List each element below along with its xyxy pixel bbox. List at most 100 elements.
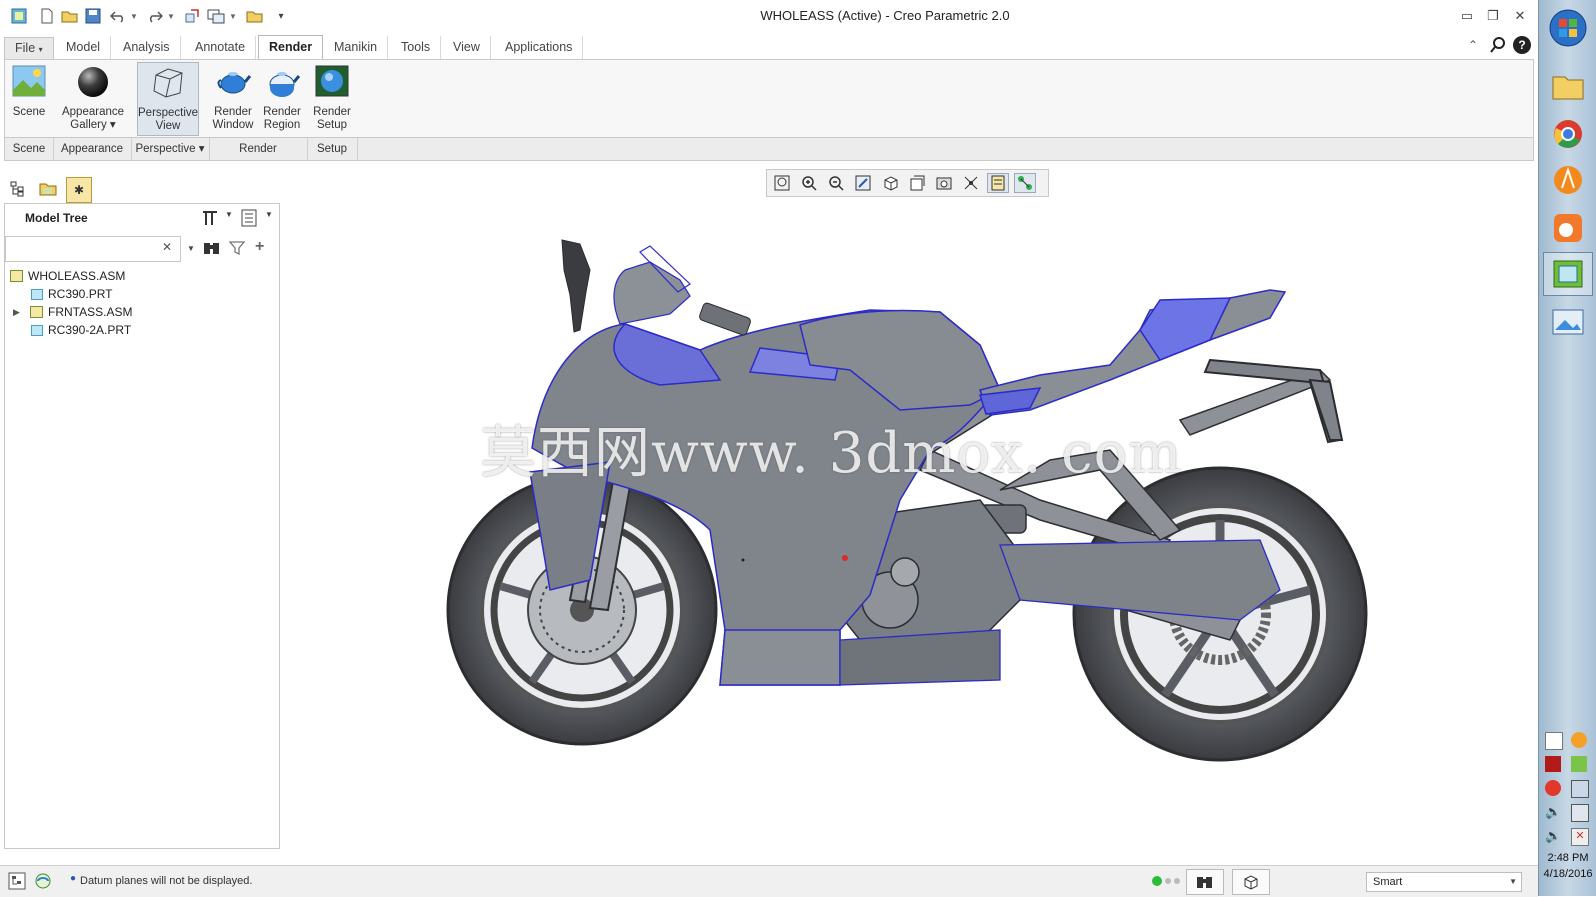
- binoculars-icon: [1197, 877, 1212, 888]
- tree-settings-icon[interactable]: [201, 209, 219, 230]
- select-box-button[interactable]: [1232, 869, 1270, 895]
- start-button[interactable]: [1543, 6, 1593, 50]
- tray-update-icon[interactable]: [1571, 732, 1587, 748]
- tree-settings-dropdown-icon[interactable]: ▼: [225, 210, 233, 219]
- windows-taskbar: 🔈 🔉 ✕ 2:48 PM 4/18/2016: [1538, 0, 1596, 896]
- tree-item-subassembly[interactable]: ▶ FRNTASS.ASM: [13, 303, 132, 321]
- tree-search-input[interactable]: ✕: [5, 236, 181, 262]
- regen-status-dot-icon: [1174, 878, 1180, 884]
- image-viewer-taskbar-icon[interactable]: [1543, 300, 1593, 344]
- appearance-gallery-button[interactable]: Appearance Gallery ▾: [58, 64, 128, 136]
- render-setup-button[interactable]: Render Setup: [311, 64, 353, 136]
- part-icon: [31, 324, 43, 336]
- uc-browser-taskbar-icon[interactable]: [1543, 206, 1593, 250]
- help-icon[interactable]: ?: [1513, 36, 1531, 54]
- tab-render[interactable]: Render: [258, 35, 324, 60]
- display-style-icon[interactable]: [879, 173, 901, 193]
- tray-app-icon[interactable]: [1545, 732, 1563, 750]
- minimize-icon[interactable]: ▭: [1458, 7, 1476, 25]
- toggle-navigator-icon[interactable]: [8, 872, 26, 893]
- folder-browser-icon[interactable]: [36, 177, 60, 201]
- tray-antivirus-icon[interactable]: [1545, 780, 1561, 796]
- navigator-tabs: ✱: [4, 175, 284, 205]
- find-button[interactable]: [1186, 869, 1224, 895]
- status-bar: ● Datum planes will not be displayed. Sm…: [0, 865, 1538, 897]
- repaint-icon[interactable]: [852, 173, 874, 193]
- close-icon[interactable]: ✕: [1511, 7, 1529, 25]
- scene-button[interactable]: Scene: [9, 64, 49, 136]
- chevron-down-icon: ▼: [1509, 877, 1517, 886]
- render-label: Render: [263, 106, 301, 118]
- search-dropdown-icon[interactable]: ▼: [187, 244, 195, 253]
- datum-display-icon[interactable]: [960, 173, 982, 193]
- spin-center-marker: [842, 555, 848, 561]
- zoom-out-icon[interactable]: [825, 173, 847, 193]
- zoom-in-icon[interactable]: [798, 173, 820, 193]
- favorites-icon[interactable]: ✱: [66, 177, 92, 203]
- view-manager-icon[interactable]: [933, 173, 955, 193]
- window-label: Window: [212, 119, 254, 131]
- tab-model[interactable]: Model: [56, 36, 112, 59]
- saved-orientations-icon[interactable]: [906, 173, 928, 193]
- watermark-text: 莫西网www. 3dmox. com: [480, 421, 1183, 486]
- tree-item-label: RC390.PRT: [48, 287, 113, 301]
- tree-item-root[interactable]: WHOLEASS.ASM: [10, 267, 125, 285]
- group-scene: Scene: [5, 138, 54, 160]
- clear-search-icon[interactable]: ✕: [162, 240, 172, 254]
- view-label: View: [155, 120, 181, 132]
- clock-date[interactable]: 4/18/2016: [1539, 868, 1596, 880]
- appearance-sphere-icon: [75, 64, 111, 100]
- model-tree-tab-icon[interactable]: [6, 177, 30, 201]
- group-perspective[interactable]: Perspective ▾: [131, 138, 210, 160]
- teapot-icon: [215, 64, 252, 100]
- graphics-toolbar: [766, 169, 1049, 197]
- restore-icon[interactable]: ❐: [1484, 7, 1502, 25]
- show-icon[interactable]: [241, 209, 257, 230]
- tree-item-part[interactable]: RC390-2A.PRT: [31, 321, 131, 339]
- tab-applications[interactable]: Applications: [495, 36, 584, 59]
- tray-pdf-icon[interactable]: [1545, 756, 1561, 772]
- filter-icon[interactable]: [228, 240, 246, 259]
- render-window-button[interactable]: Render Window: [209, 64, 257, 136]
- model-point: [741, 558, 745, 562]
- add-icon[interactable]: +: [255, 238, 264, 256]
- tray-speaker-icon[interactable]: 🔉: [1545, 828, 1561, 844]
- tray-network-error-icon[interactable]: ✕: [1571, 828, 1589, 846]
- tab-annotate[interactable]: Annotate: [185, 36, 257, 59]
- model-tree-panel: Model Tree ▼ ▼ ✕ ▼ + WHOLEASS.ASM RC390.…: [4, 203, 280, 849]
- toggle-browser-icon[interactable]: [34, 872, 52, 893]
- tab-manikin[interactable]: Manikin: [324, 36, 389, 59]
- show-dropdown-icon[interactable]: ▼: [265, 210, 273, 219]
- minimize-ribbon-icon[interactable]: ⌃: [1468, 38, 1484, 54]
- teapot-region-icon: [264, 64, 301, 100]
- tab-file[interactable]: File ▾: [4, 37, 54, 60]
- tree-item-part[interactable]: RC390.PRT: [31, 285, 112, 303]
- perspective-view-button[interactable]: Perspective View: [137, 62, 199, 136]
- creo-taskbar-icon[interactable]: [1543, 252, 1593, 296]
- group-render: Render: [209, 138, 308, 160]
- render-region-button[interactable]: Render Region: [259, 64, 305, 136]
- tray-volume-icon[interactable]: 🔈: [1545, 804, 1561, 820]
- search-icon[interactable]: [1490, 36, 1508, 57]
- spin-center-icon[interactable]: [1014, 173, 1036, 193]
- tray-display-icon[interactable]: [1571, 804, 1589, 822]
- tab-tools[interactable]: Tools: [391, 36, 442, 59]
- browser-taskbar-icon[interactable]: [1543, 158, 1593, 202]
- gallery-label: Gallery ▾: [70, 119, 116, 131]
- refit-icon[interactable]: [771, 173, 793, 193]
- ribbon-group-bar: Scene Appearance Perspective ▾ Render Se…: [4, 137, 1534, 161]
- tab-view[interactable]: View: [443, 36, 491, 59]
- status-message: Datum planes will not be displayed.: [80, 875, 253, 887]
- tray-layers-icon[interactable]: [1571, 756, 1587, 772]
- explorer-taskbar-icon[interactable]: [1543, 64, 1593, 108]
- find-binoculars-icon[interactable]: [203, 240, 221, 259]
- graphics-viewport[interactable]: [280, 200, 1536, 860]
- perspective-label: Perspective: [138, 107, 199, 119]
- tab-analysis[interactable]: Analysis: [113, 36, 181, 59]
- annotation-display-icon[interactable]: [987, 173, 1009, 193]
- chrome-taskbar-icon[interactable]: [1543, 112, 1593, 156]
- clock-time[interactable]: 2:48 PM: [1539, 852, 1596, 864]
- selection-filter-select[interactable]: Smart ▼: [1366, 872, 1522, 892]
- expand-arrow-icon[interactable]: ▶: [13, 303, 25, 321]
- tray-network-icon[interactable]: [1571, 780, 1589, 798]
